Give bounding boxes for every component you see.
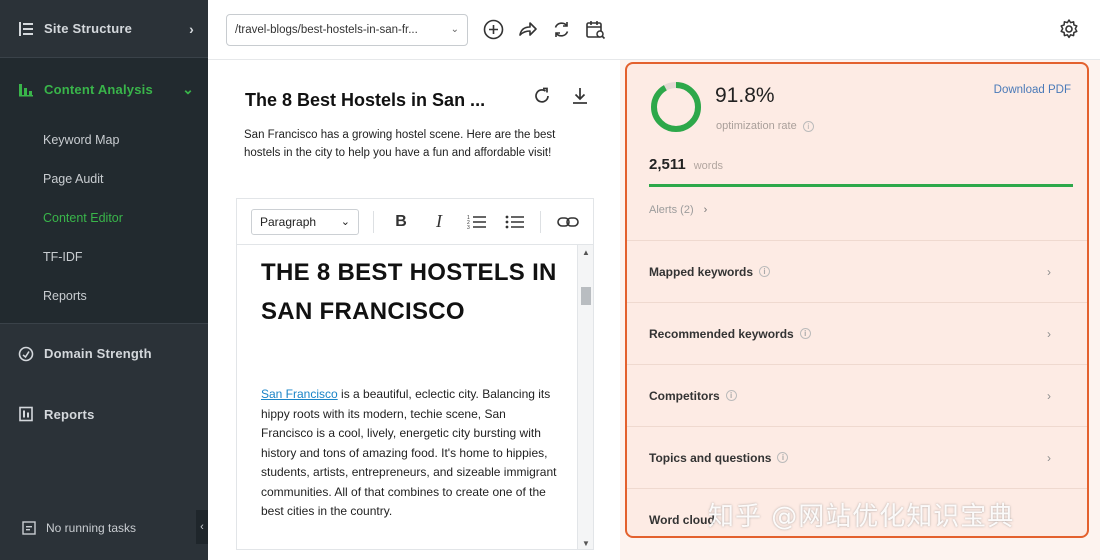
sidebar-item-tf-idf[interactable]: TF-IDF <box>0 237 208 276</box>
section-label: Topics and questions <box>649 450 772 465</box>
add-icon[interactable] <box>482 19 504 41</box>
word-count-bar <box>649 184 1073 187</box>
optimization-rate-label: optimization rate i <box>716 120 814 132</box>
sidebar-item-content-analysis[interactable]: Content Analysis ⌄ <box>0 58 208 120</box>
san-francisco-link[interactable]: San Francisco <box>261 387 338 401</box>
section-label: Competitors <box>649 388 720 403</box>
top-toolbar: /travel-blogs/best-hostels-in-san-fr... … <box>208 0 1100 60</box>
optimization-rate-text: optimization rate <box>716 120 797 132</box>
alerts-label: Alerts (2) <box>649 204 694 216</box>
sidebar-item-content-editor[interactable]: Content Editor <box>0 198 208 237</box>
sidebar-item-page-audit[interactable]: Page Audit <box>0 159 208 198</box>
reports-icon <box>16 404 36 424</box>
info-icon[interactable]: i <box>802 120 814 132</box>
sidebar-item-reports[interactable]: Reports <box>0 383 208 445</box>
page-url-select[interactable]: /travel-blogs/best-hostels-in-san-fr... … <box>226 13 468 46</box>
document-paragraph[interactable]: San Francisco is a beautiful, eclectic c… <box>261 385 561 522</box>
chevron-right-icon: › <box>1047 326 1051 341</box>
document-paragraph-text: is a beautiful, eclectic city. Balancing… <box>261 387 557 518</box>
running-tasks-label: No running tasks <box>46 521 137 535</box>
optimization-panel: 91.8% optimization rate i Download PDF 2,… <box>625 62 1089 538</box>
content-analysis-submenu: Keyword Map Page Audit Content Editor TF… <box>0 120 208 323</box>
page-url-value: /travel-blogs/best-hostels-in-san-fr... <box>235 23 418 36</box>
info-icon[interactable]: i <box>799 328 811 339</box>
chevron-right-icon: › <box>1047 388 1051 403</box>
watermark-text: 知乎 @网站优化知识宝典 <box>708 502 1015 532</box>
analysis-sections: Mapped keywords i › Recommended keywords i ›… <box>627 240 1087 536</box>
rich-text-area[interactable]: THE 8 BEST HOSTELS IN SAN FRANCISCO San … <box>236 244 594 550</box>
optimization-ring-fill <box>651 82 701 132</box>
word-count: 2,511 words <box>649 156 723 173</box>
scroll-down-icon[interactable]: ▼ <box>582 539 590 548</box>
chevron-down-icon: ⌄ <box>182 80 194 97</box>
optimization-rate-value: 91.8% <box>715 84 775 107</box>
info-icon[interactable]: i <box>725 390 737 401</box>
chevron-right-icon: › <box>189 20 194 37</box>
chevron-right-icon: › <box>703 204 708 216</box>
formatting-toolbar: Paragraph ⌄ B I 123 <box>236 198 594 244</box>
ordered-list-icon[interactable]: 123 <box>464 209 490 235</box>
download-pdf-link[interactable]: Download PDF <box>994 84 1071 96</box>
chevron-right-icon: › <box>1047 264 1051 279</box>
editor-scrollbar[interactable]: ▲ ▼ <box>577 245 593 549</box>
alerts-toggle[interactable]: Alerts (2) › <box>649 204 707 216</box>
section-competitors[interactable]: Competitors i › <box>627 364 1087 426</box>
word-count-bar-fill <box>649 184 1073 187</box>
tasks-icon <box>22 521 36 535</box>
sidebar-item-domain-strength[interactable]: Domain Strength <box>0 323 208 383</box>
word-count-value: 2,511 <box>649 156 686 173</box>
site-structure-icon <box>16 19 36 39</box>
section-recommended-keywords[interactable]: Recommended keywords i › <box>627 302 1087 364</box>
sidebar: Site Structure › Content Analysis ⌄ Keyw… <box>0 0 208 560</box>
meta-description[interactable]: San Francisco has a growing hostel scene… <box>244 126 584 162</box>
bullet-list-icon[interactable] <box>502 209 528 235</box>
collapse-sidebar-button[interactable]: ‹ <box>196 510 208 544</box>
scrollbar-thumb[interactable] <box>581 287 591 305</box>
sidebar-item-label: Domain Strength <box>44 346 152 361</box>
italic-icon[interactable]: I <box>426 209 452 235</box>
sidebar-item-keyword-map[interactable]: Keyword Map <box>0 120 208 159</box>
scroll-up-icon[interactable]: ▲ <box>582 248 590 257</box>
info-icon[interactable]: i <box>759 266 771 277</box>
section-label: Recommended keywords <box>649 326 794 341</box>
link-icon[interactable] <box>555 209 581 235</box>
sidebar-item-site-structure[interactable]: Site Structure › <box>0 0 208 58</box>
bold-icon[interactable]: B <box>388 209 414 235</box>
running-tasks-status: No running tasks ‹ <box>0 508 208 548</box>
block-format-value: Paragraph <box>260 214 317 229</box>
optimization-ring <box>651 82 701 132</box>
content-editor: The 8 Best Hostels in San ... San Franci… <box>208 60 620 560</box>
toolbar-divider <box>540 210 541 233</box>
download-icon[interactable] <box>570 86 590 111</box>
sidebar-item-reports-sub[interactable]: Reports <box>0 276 208 315</box>
section-topics-and-questions[interactable]: Topics and questions i › <box>627 426 1087 488</box>
page-title: The 8 Best Hostels in San ... <box>245 90 486 110</box>
gauge-icon <box>16 344 36 364</box>
document-heading[interactable]: THE 8 BEST HOSTELS IN SAN FRANCISCO <box>261 253 561 331</box>
calendar-search-icon[interactable] <box>584 19 606 41</box>
toolbar-divider <box>373 210 374 233</box>
svg-text:3: 3 <box>467 225 470 231</box>
chevron-right-icon: › <box>1047 450 1051 465</box>
content-analysis-icon <box>16 79 36 99</box>
refresh-icon[interactable] <box>532 86 552 111</box>
info-icon[interactable]: i <box>777 452 789 463</box>
block-format-select[interactable]: Paragraph ⌄ <box>251 208 359 235</box>
sync-icon[interactable] <box>550 19 572 41</box>
share-icon[interactable] <box>516 19 538 41</box>
settings-gear-icon[interactable] <box>1058 18 1080 40</box>
section-label: Word cloud <box>649 512 715 527</box>
chevron-down-icon: ⌄ <box>340 216 350 228</box>
sidebar-item-label: Content Analysis <box>44 81 153 97</box>
sidebar-item-label: Reports <box>44 406 95 422</box>
section-mapped-keywords[interactable]: Mapped keywords i › <box>627 240 1087 302</box>
chevron-down-icon: ⌄ <box>450 24 459 35</box>
word-count-label: words <box>693 160 724 172</box>
section-label: Mapped keywords <box>649 264 754 279</box>
sidebar-item-label: Site Structure <box>44 21 133 36</box>
editor-actions <box>532 86 590 111</box>
